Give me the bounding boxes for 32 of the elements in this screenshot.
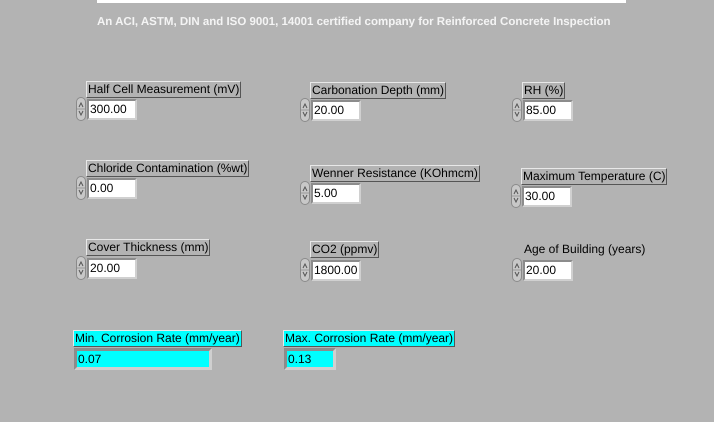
numeric-input[interactable]: 300.00 [87,99,137,120]
field-label: Max. Corrosion Rate (mm/year) [283,330,456,347]
field-label: Cover Thickness (mm) [86,239,210,256]
spinner-icon[interactable] [300,181,310,205]
numeric-input[interactable]: 20.00 [311,100,361,121]
numeric-indicator: 0.07 [74,348,212,370]
numeric-input[interactable]: 0.00 [87,178,137,199]
field-label: Carbonation Depth (mm) [310,82,446,99]
field-label: Wenner Resistance (KOhmcm) [310,165,480,182]
field-label: RH (%) [522,82,566,99]
numeric-input[interactable]: 1800.00 [311,260,361,281]
spinner-icon[interactable] [511,184,521,208]
spinner-icon[interactable] [76,176,86,200]
numeric-input[interactable]: 5.00 [311,183,361,204]
company-tagline: An ACI, ASTM, DIN and ISO 9001, 14001 certified company for Reinforced Concrete Inspection [97,15,611,30]
numeric-input[interactable]: 30.00 [522,186,572,207]
spinner-icon[interactable] [512,258,522,282]
numeric-input[interactable]: 85.00 [523,100,573,121]
field-label: Age of Building (years) [523,241,646,258]
spinner-icon[interactable] [76,97,86,121]
numeric-indicator: 0.13 [284,348,336,370]
numeric-input[interactable]: 20.00 [523,260,573,281]
field-label: Chloride Contamination (%wt) [86,160,250,177]
field-label: CO2 (ppmv) [310,241,380,258]
spinner-icon[interactable] [300,258,310,282]
field-label: Min. Corrosion Rate (mm/year) [73,330,242,347]
spinner-icon[interactable] [76,256,86,280]
spinner-icon[interactable] [512,98,522,122]
field-label: Maximum Temperature (C) [521,168,668,185]
spinner-icon[interactable] [300,98,310,122]
numeric-input[interactable]: 20.00 [87,258,137,279]
field-label: Half Cell Measurement (mV) [86,81,242,98]
